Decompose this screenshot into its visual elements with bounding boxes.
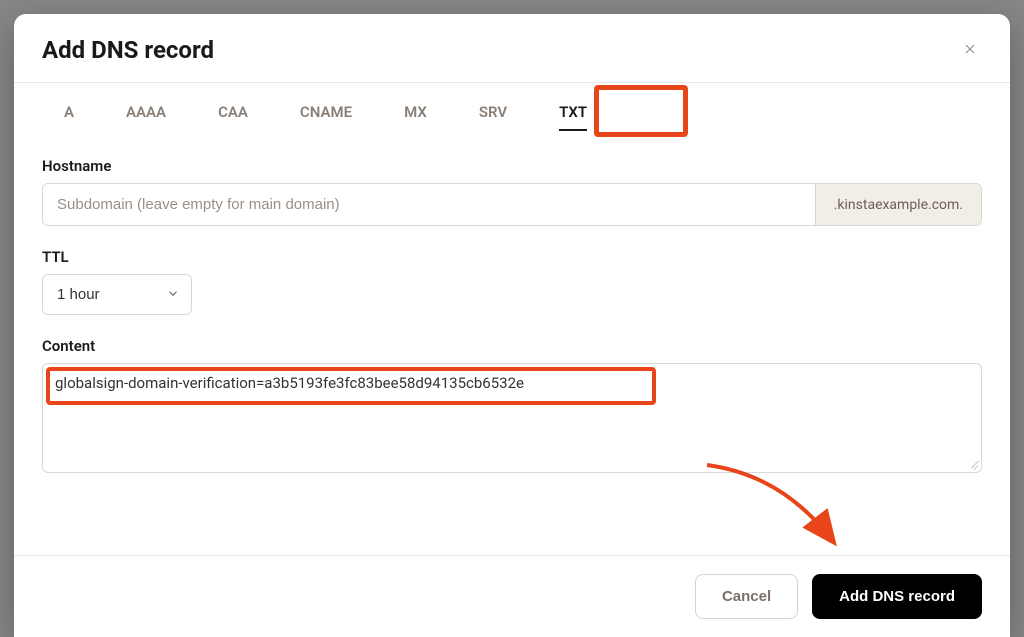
record-type-tabs: A AAAA CAA CNAME MX SRV TXT	[14, 83, 1010, 135]
hostname-suffix: .kinstaexample.com.	[815, 184, 981, 225]
tab-aaaa[interactable]: AAAA	[126, 99, 166, 125]
content-field: Content	[42, 337, 982, 473]
modal-body: Hostname .kinstaexample.com. TTL 1 hour …	[14, 135, 1010, 555]
close-button[interactable]	[958, 37, 982, 64]
modal-header: Add DNS record	[14, 14, 1010, 82]
submit-button[interactable]: Add DNS record	[812, 574, 982, 619]
ttl-select-wrap: 1 hour	[42, 274, 192, 315]
annotation-tab-highlight	[594, 85, 688, 137]
tab-cname[interactable]: CNAME	[300, 99, 352, 125]
tab-a[interactable]: A	[64, 99, 74, 125]
ttl-label: TTL	[42, 248, 982, 266]
content-label: Content	[42, 337, 982, 355]
tab-mx[interactable]: MX	[404, 99, 427, 125]
ttl-select[interactable]: 1 hour	[42, 274, 192, 315]
ttl-field: TTL 1 hour	[42, 248, 982, 315]
tab-srv[interactable]: SRV	[479, 99, 507, 125]
tab-txt[interactable]: TXT	[559, 99, 587, 125]
modal-title: Add DNS record	[42, 36, 214, 64]
modal-footer: Cancel Add DNS record	[14, 555, 1010, 637]
hostname-input[interactable]	[43, 184, 815, 225]
content-textarea-wrap	[42, 363, 982, 473]
cancel-button[interactable]: Cancel	[695, 574, 798, 619]
add-dns-record-modal: Add DNS record A AAAA CAA CNAME MX SRV T…	[14, 14, 1010, 637]
content-textarea[interactable]	[55, 374, 969, 462]
hostname-input-group: .kinstaexample.com.	[42, 183, 982, 226]
hostname-label: Hostname	[42, 157, 982, 175]
tab-caa[interactable]: CAA	[218, 99, 248, 125]
close-icon	[962, 41, 978, 60]
hostname-field: Hostname .kinstaexample.com.	[42, 157, 982, 226]
